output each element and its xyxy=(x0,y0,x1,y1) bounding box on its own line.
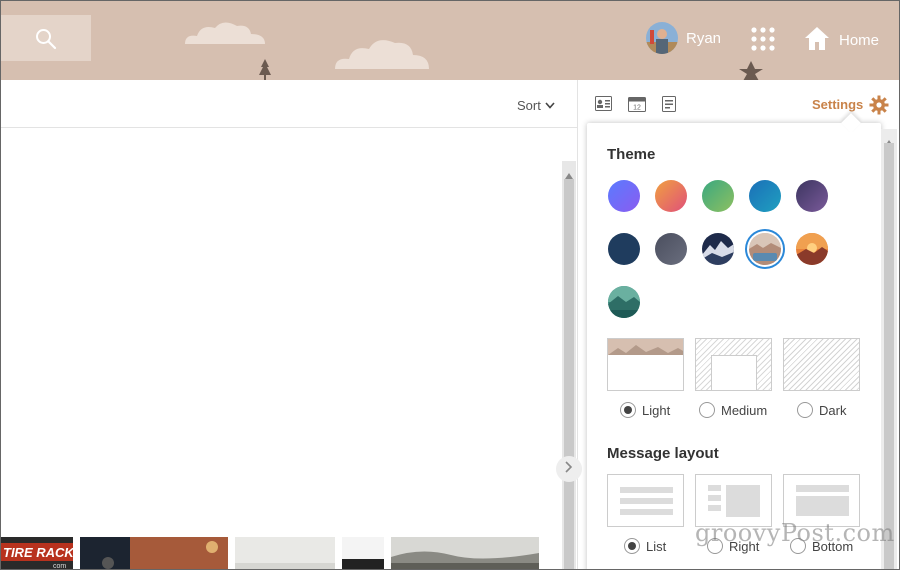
theme-swatch[interactable] xyxy=(655,180,687,212)
pane-divider xyxy=(577,80,578,569)
app-launcher-icon[interactable] xyxy=(750,26,776,57)
theme-swatch[interactable] xyxy=(702,180,734,212)
tree-decoration xyxy=(739,61,763,80)
theme-swatch[interactable] xyxy=(608,286,640,318)
thumbnail-image[interactable]: TIRE RACK com xyxy=(1,537,73,570)
light-mode-radio[interactable]: Light xyxy=(620,402,670,418)
radio-button[interactable] xyxy=(699,402,715,418)
list-layout-label: List xyxy=(646,538,667,554)
dark-mode-radio[interactable]: Dark xyxy=(797,402,846,418)
message-list-scrollbar[interactable] xyxy=(562,161,576,569)
tasks-icon[interactable] xyxy=(662,96,676,117)
theme-swatch[interactable] xyxy=(608,180,640,212)
avatar xyxy=(646,22,678,54)
light-mode-preview[interactable] xyxy=(607,338,684,391)
home-icon xyxy=(804,25,830,56)
header-banner: Ryan Home xyxy=(1,1,899,80)
dark-mode-preview[interactable] xyxy=(783,338,860,391)
theme-swatch[interactable] xyxy=(702,233,734,265)
calendar-icon[interactable]: 12 xyxy=(628,96,646,117)
thumbnail-image[interactable] xyxy=(391,537,539,570)
list-layout-radio[interactable]: List xyxy=(624,538,666,554)
scrollbar-thumb[interactable] xyxy=(564,179,574,569)
theme-swatch[interactable] xyxy=(655,233,687,265)
radio-button[interactable] xyxy=(620,402,636,418)
dark-mode-label: Dark xyxy=(819,402,847,418)
sort-label: Sort xyxy=(517,98,541,113)
theme-title: Theme xyxy=(607,146,656,163)
attachment-thumbnails: TIRE RACK com xyxy=(1,537,561,570)
user-account[interactable]: Ryan xyxy=(646,22,721,54)
medium-mode-label: Medium xyxy=(721,402,768,418)
thumbnail-image[interactable] xyxy=(80,537,228,570)
thumbnail-text: TIRE RACK xyxy=(3,545,73,560)
radio-button[interactable] xyxy=(624,538,640,554)
theme-swatch[interactable] xyxy=(749,180,781,212)
gear-icon[interactable] xyxy=(869,95,889,120)
light-mode-label: Light xyxy=(642,402,671,418)
right-toolbar: 12 xyxy=(595,96,676,117)
user-name: Ryan xyxy=(686,29,722,47)
scrollbar-thumb[interactable] xyxy=(884,143,894,569)
theme-swatch-selected[interactable] xyxy=(749,233,781,265)
theme-swatch[interactable] xyxy=(796,180,828,212)
cloud-decoration xyxy=(185,22,265,44)
home-button[interactable]: Home xyxy=(804,25,879,56)
radio-button[interactable] xyxy=(797,402,813,418)
home-label: Home xyxy=(839,32,880,49)
app-window: Ryan Home Sort TIRE RACK com 12 Settings… xyxy=(0,0,900,570)
theme-swatch[interactable] xyxy=(608,233,640,265)
calendar-day: 12 xyxy=(633,105,641,112)
message-list-toolbar: Sort xyxy=(1,80,577,128)
search-box[interactable] xyxy=(1,15,91,61)
thumbnail-image[interactable] xyxy=(235,537,335,570)
chevron-down-icon xyxy=(545,98,555,113)
settings-link[interactable]: Settings xyxy=(812,97,863,112)
collapse-pane-button[interactable] xyxy=(556,456,582,482)
medium-mode-preview[interactable] xyxy=(695,338,772,391)
message-layout-title: Message layout xyxy=(607,445,719,462)
cloud-decoration xyxy=(335,40,429,69)
search-icon xyxy=(35,28,57,55)
sort-dropdown[interactable]: Sort xyxy=(517,98,555,113)
watermark: groovyPost.com xyxy=(695,519,895,547)
list-layout-preview[interactable] xyxy=(607,474,684,527)
chevron-right-icon xyxy=(565,460,573,478)
medium-mode-radio[interactable]: Medium xyxy=(699,402,767,418)
thumbnail-subtext: com xyxy=(53,563,66,570)
thumbnail-image[interactable] xyxy=(342,537,384,570)
settings-panel-scrollbar[interactable] xyxy=(881,129,897,569)
tree-decoration xyxy=(259,59,271,80)
contact-card-icon[interactable] xyxy=(595,96,612,117)
theme-swatch[interactable] xyxy=(796,233,828,265)
